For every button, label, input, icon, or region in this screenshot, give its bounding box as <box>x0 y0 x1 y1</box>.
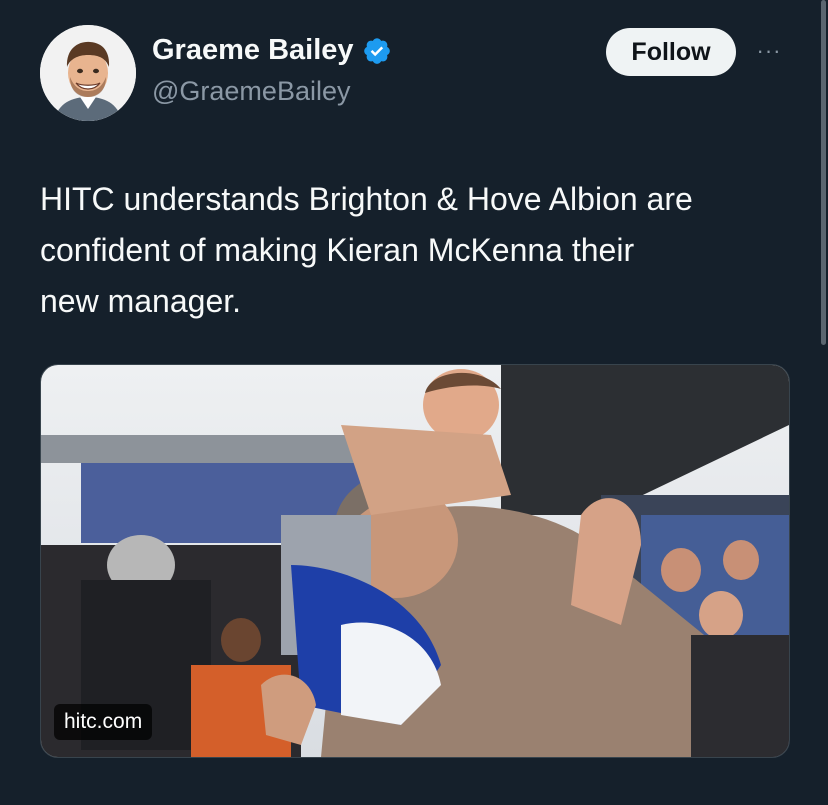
more-options-icon[interactable]: ··· <box>752 34 786 68</box>
scrollbar[interactable] <box>821 0 826 345</box>
avatar-illustration <box>40 25 136 121</box>
tweet-media-image[interactable] <box>40 364 790 758</box>
author-name-row[interactable]: Graeme Bailey <box>152 34 392 67</box>
author-avatar[interactable] <box>40 25 136 121</box>
verified-badge-icon <box>363 37 390 64</box>
media-source-label[interactable]: hitc.com <box>54 704 153 740</box>
celebration-photo <box>41 365 789 757</box>
tweet-text: HITC understands Brighton & Hove Albion … <box>40 181 693 319</box>
follow-button[interactable]: Follow <box>606 28 736 76</box>
author-name[interactable]: Graeme Bailey <box>152 34 354 67</box>
author-handle[interactable]: @GraemeBailey <box>152 76 350 107</box>
